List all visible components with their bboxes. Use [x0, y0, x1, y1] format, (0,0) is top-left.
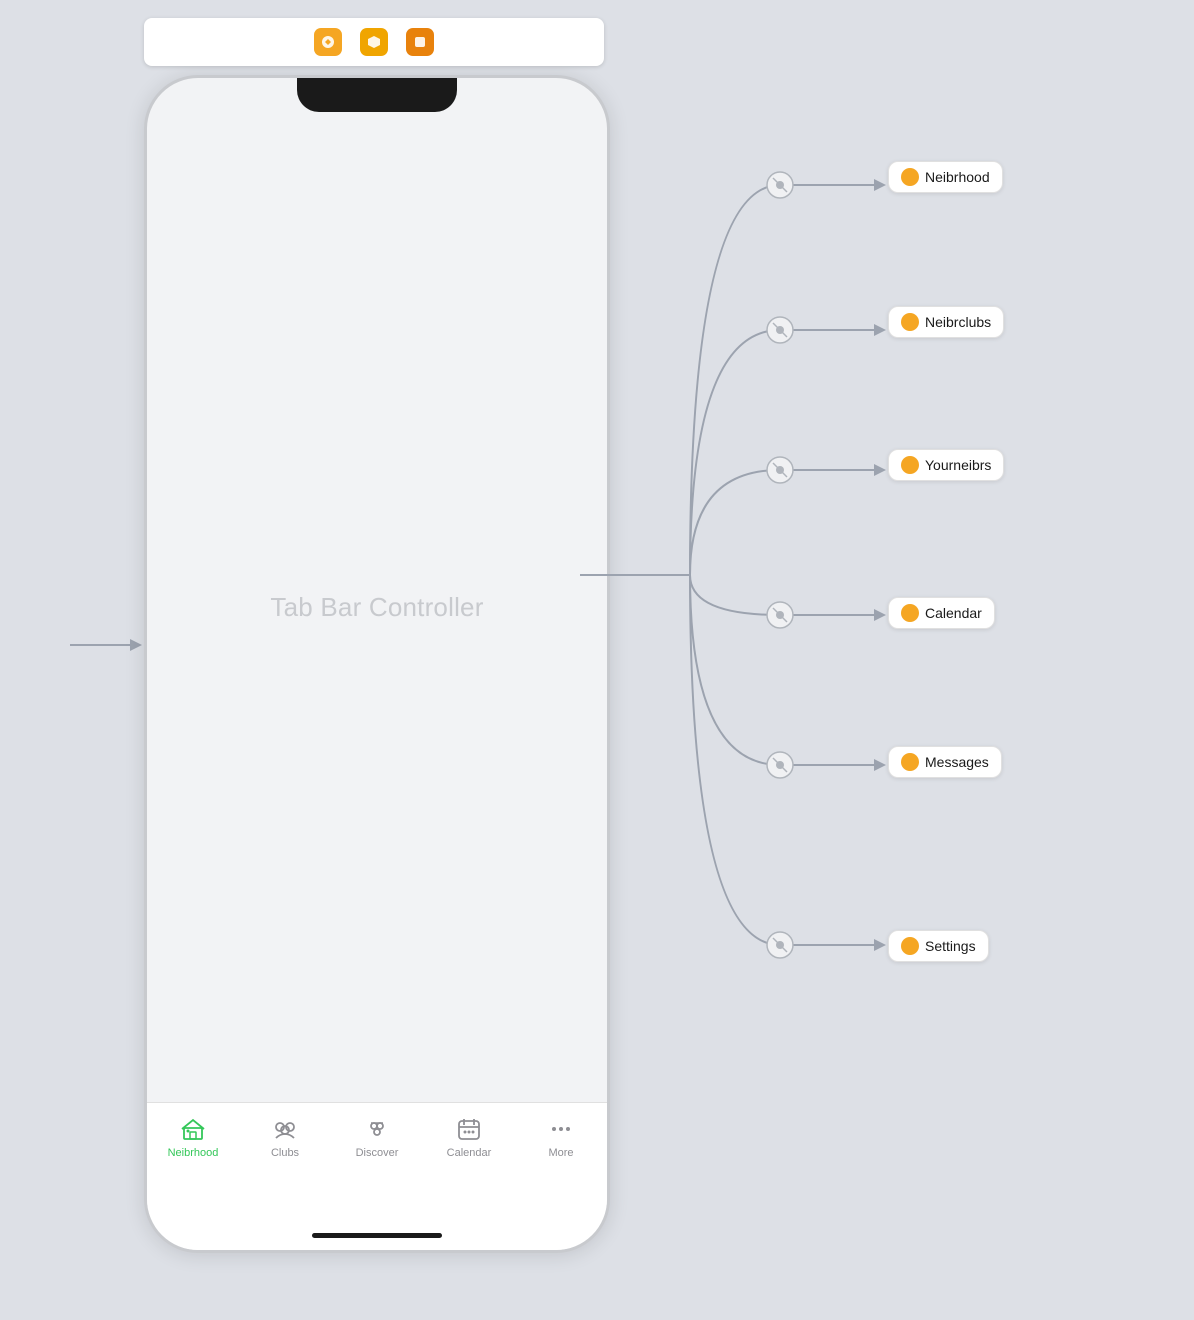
clubs-icon [271, 1115, 299, 1143]
iphone-content: Tab Bar Controller Neibrhood [147, 78, 607, 1250]
tab-clubs-label: Clubs [271, 1147, 299, 1159]
tab-calendar-label: Calendar [447, 1147, 492, 1159]
tab-bar: Neibrhood Clubs [147, 1102, 607, 1220]
calendar-dot [901, 604, 919, 622]
tab-calendar[interactable]: Calendar [423, 1115, 515, 1159]
tab-discover[interactable]: Discover [331, 1115, 423, 1159]
node-neibrhood: Neibrhood [888, 161, 1003, 193]
toolbar-icon-1[interactable] [314, 28, 342, 56]
node-messages: Messages [888, 746, 1002, 778]
toolbar-icon-3[interactable] [406, 28, 434, 56]
home-bar-line [312, 1233, 442, 1238]
tab-discover-label: Discover [356, 1147, 399, 1159]
node-neibrclubs: Neibrclubs [888, 306, 1004, 338]
discover-icon [363, 1115, 391, 1143]
neibrhood-node-label: Neibrhood [925, 169, 990, 185]
tab-more-label: More [548, 1147, 573, 1159]
tab-bar-controller-label: Tab Bar Controller [270, 592, 483, 623]
neibrhood-dot [901, 168, 919, 186]
node-yourneibrs: Yourneibrs [888, 449, 1004, 481]
settings-node-label: Settings [925, 938, 976, 954]
yourneibrs-dot [901, 456, 919, 474]
toolbar-icon-2[interactable] [360, 28, 388, 56]
tab-clubs[interactable]: Clubs [239, 1115, 331, 1159]
toolbar [144, 18, 604, 66]
yourneibrs-node-label: Yourneibrs [925, 457, 991, 473]
messages-dot [901, 753, 919, 771]
more-icon [547, 1115, 575, 1143]
calendar-node-label: Calendar [925, 605, 982, 621]
iphone-frame: Tab Bar Controller Neibrhood [144, 75, 610, 1253]
entry-arrow [70, 630, 150, 660]
tab-more[interactable]: More [515, 1115, 607, 1159]
calendar-icon [455, 1115, 483, 1143]
neibrclubs-node-label: Neibrclubs [925, 314, 991, 330]
notch [297, 78, 457, 112]
node-settings: Settings [888, 930, 989, 962]
branching-diagram [580, 75, 1194, 1075]
iphone-main: Tab Bar Controller [147, 78, 607, 1102]
tab-neibrhood-label: Neibrhood [168, 1147, 219, 1159]
neibrclubs-dot [901, 313, 919, 331]
neibrhood-icon [179, 1115, 207, 1143]
home-bar [147, 1220, 607, 1250]
messages-node-label: Messages [925, 754, 989, 770]
node-calendar: Calendar [888, 597, 995, 629]
tab-neibrhood[interactable]: Neibrhood [147, 1115, 239, 1159]
settings-dot [901, 937, 919, 955]
